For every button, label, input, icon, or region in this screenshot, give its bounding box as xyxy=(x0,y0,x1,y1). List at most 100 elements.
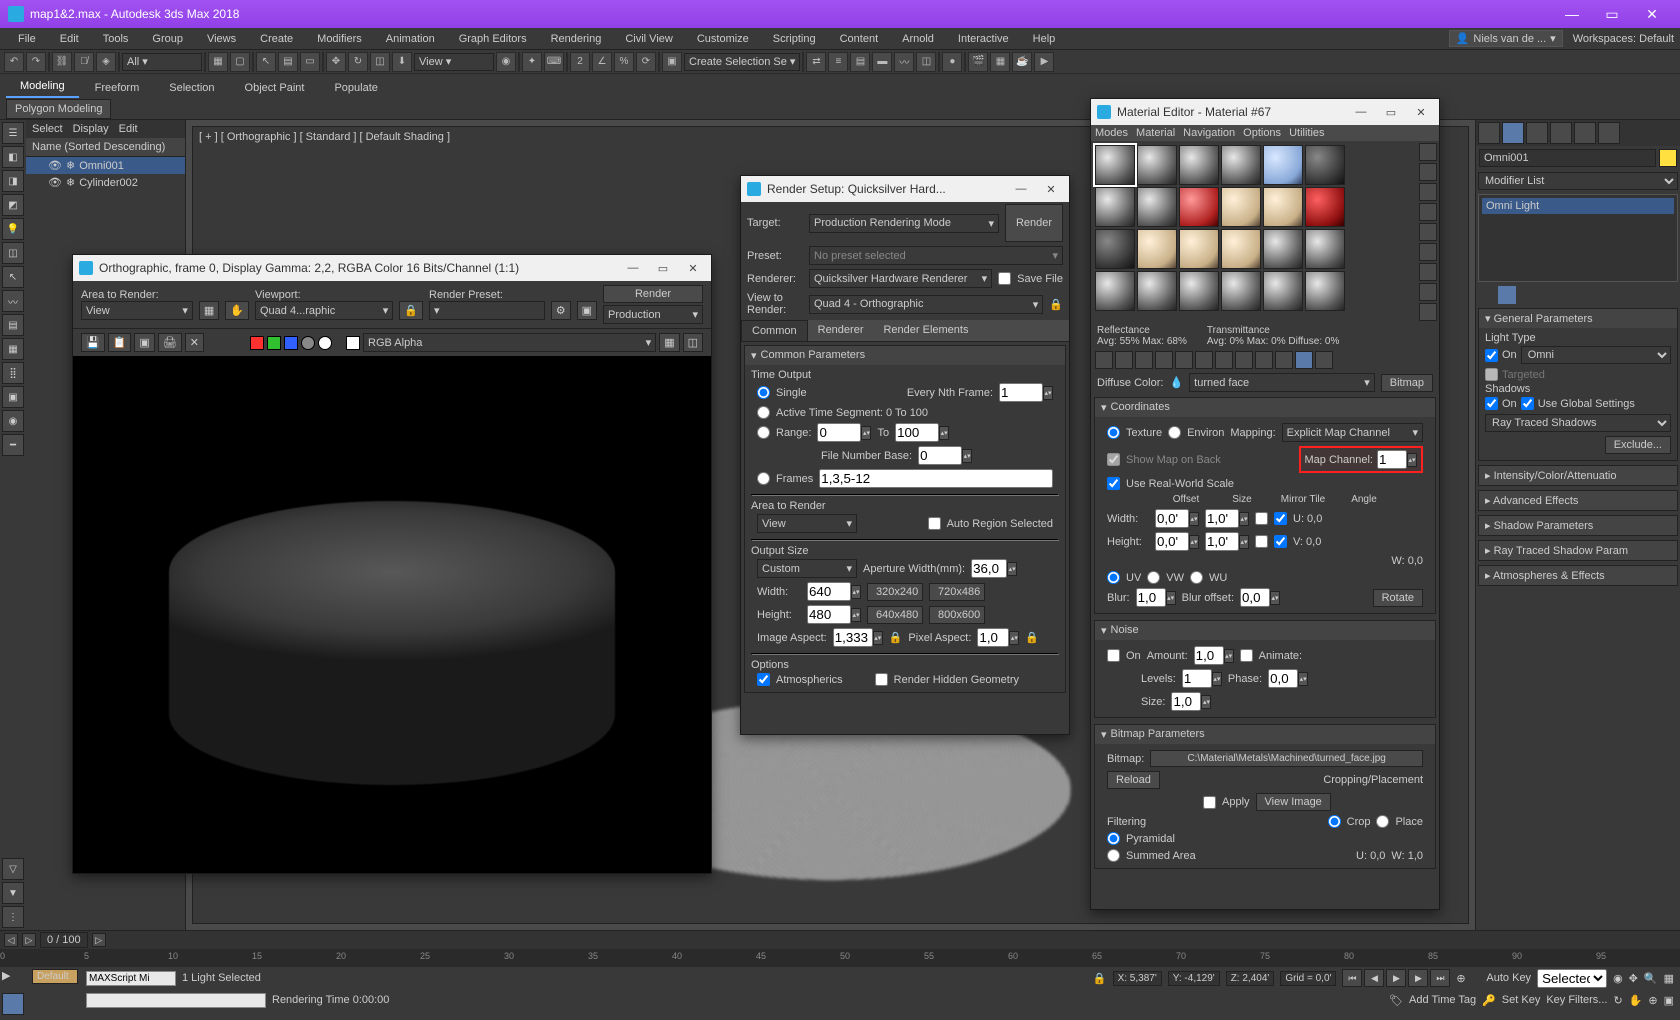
tool-4[interactable]: ◩ xyxy=(2,194,24,216)
exclude-button[interactable]: Exclude... xyxy=(1605,436,1671,454)
single-radio[interactable] xyxy=(757,386,770,399)
me-close[interactable]: ✕ xyxy=(1409,106,1433,119)
area-render-combo[interactable]: View▾ xyxy=(757,514,857,533)
make-unique-mat[interactable] xyxy=(1195,351,1213,369)
h-offset[interactable] xyxy=(1155,532,1189,551)
nav-5[interactable]: ↻ xyxy=(1613,994,1622,1007)
place-radio[interactable] xyxy=(1376,815,1389,828)
keymode-button[interactable]: ⌨ xyxy=(544,52,564,72)
raytrace-header[interactable]: ▸ Ray Traced Shadow Param xyxy=(1479,541,1677,560)
shadow-type-combo[interactable]: Ray Traced Shadows xyxy=(1485,414,1671,432)
tool-6[interactable]: ◫ xyxy=(2,242,24,264)
sample-slot-7[interactable] xyxy=(1095,187,1135,227)
isolate-toggle[interactable]: ⊕ xyxy=(1456,972,1480,985)
active-seg-radio[interactable] xyxy=(757,406,770,419)
scene-obj-cylinder[interactable]: 👁 ❄ Cylinder002 xyxy=(26,174,185,191)
summed-radio[interactable] xyxy=(1107,849,1120,862)
select-object[interactable]: ↖ xyxy=(256,52,276,72)
scene-select[interactable]: Select xyxy=(32,123,63,135)
snap-percent[interactable]: % xyxy=(614,52,634,72)
scene-display[interactable]: Display xyxy=(73,123,109,135)
menu-content[interactable]: Content xyxy=(828,30,891,48)
render-frame-title-bar[interactable]: Orthographic, frame 0, Display Gamma: 2,… xyxy=(73,255,711,281)
area-combo[interactable]: View▾ xyxy=(81,301,193,320)
renderer-combo[interactable]: Quicksilver Hardware Renderer▾ xyxy=(809,269,992,288)
tool-2[interactable]: ◧ xyxy=(2,146,24,168)
atmos-header[interactable]: ▸ Atmospheres & Effects xyxy=(1479,566,1677,585)
filter-combo[interactable]: All ▾ xyxy=(122,53,202,71)
preset-640x480[interactable]: 640x480 xyxy=(867,606,923,624)
sample-uv[interactable] xyxy=(1419,203,1437,221)
nav-7[interactable]: ⊕ xyxy=(1648,994,1657,1007)
tool-11[interactable]: ⣿ xyxy=(2,362,24,384)
nav-2[interactable]: ✥ xyxy=(1629,972,1638,985)
layer-button[interactable]: ▤ xyxy=(850,52,870,72)
save-image[interactable]: 💾 xyxy=(81,333,105,352)
scene-column-header[interactable]: Name (Sorted Descending) xyxy=(26,138,185,157)
make-unique[interactable] xyxy=(1518,286,1536,304)
texture-radio[interactable] xyxy=(1107,426,1120,439)
view-image-button[interactable]: View Image xyxy=(1256,793,1331,811)
tab-renderer[interactable]: Renderer xyxy=(808,320,874,341)
put-to-scene[interactable] xyxy=(1115,351,1133,369)
sample-slot-23[interactable] xyxy=(1263,271,1303,311)
menu-rendering[interactable]: Rendering xyxy=(539,30,614,48)
reset-map[interactable] xyxy=(1155,351,1173,369)
selection-set-mgr[interactable]: ▣ xyxy=(662,52,682,72)
render-setup-button[interactable]: 🎬 xyxy=(968,52,988,72)
selection-set-combo[interactable]: Create Selection Se ▾ xyxy=(684,53,800,71)
rotate-button[interactable]: Rotate xyxy=(1373,589,1423,607)
sample-slot-12[interactable] xyxy=(1305,187,1345,227)
mirror-button[interactable]: ⇄ xyxy=(806,52,826,72)
object-name-input[interactable] xyxy=(1479,149,1656,167)
rs-minimize[interactable]: — xyxy=(1009,183,1033,195)
put-to-lib[interactable] xyxy=(1215,351,1233,369)
menu-grapheditors[interactable]: Graph Editors xyxy=(447,30,539,48)
light-type-combo[interactable]: Omni xyxy=(1521,346,1671,364)
h-mirror[interactable] xyxy=(1255,535,1268,548)
make-preview[interactable] xyxy=(1419,243,1437,261)
render-hidden-checkbox[interactable] xyxy=(875,673,888,686)
output-size-combo[interactable]: Custom▾ xyxy=(757,559,857,578)
sample-slot-17[interactable] xyxy=(1263,229,1303,269)
nav-3[interactable]: 🔍 xyxy=(1644,972,1658,985)
shadows-on-checkbox[interactable] xyxy=(1485,397,1498,410)
place-button[interactable]: ⬇ xyxy=(392,52,412,72)
utilities-tab[interactable] xyxy=(1598,122,1620,144)
timeline-default-label[interactable]: Default xyxy=(32,969,78,984)
range-from-input[interactable] xyxy=(817,423,861,442)
select-by-mat[interactable] xyxy=(1419,283,1437,301)
menu-create[interactable]: Create xyxy=(248,30,305,48)
schematic-view[interactable]: ◫ xyxy=(916,52,936,72)
print-image[interactable]: 🖨 xyxy=(158,333,182,352)
noise-phase[interactable] xyxy=(1268,669,1298,688)
sample-slot-11[interactable] xyxy=(1263,187,1303,227)
channel-green[interactable] xyxy=(267,336,281,350)
tab-freeform[interactable]: Freeform xyxy=(81,78,154,98)
undo-button[interactable]: ↶ xyxy=(4,52,24,72)
curve-editor[interactable]: 〰 xyxy=(894,52,914,72)
channel-rgb-swatch[interactable] xyxy=(346,336,360,350)
me-menu-modes[interactable]: Modes xyxy=(1095,127,1128,139)
assign-to-sel[interactable] xyxy=(1135,351,1153,369)
region-edit[interactable]: ▦ xyxy=(199,301,219,320)
video-check[interactable] xyxy=(1419,223,1437,241)
sample-slot-3[interactable] xyxy=(1179,145,1219,185)
tool-8[interactable]: 〰 xyxy=(2,290,24,312)
minimize-button[interactable]: — xyxy=(1552,6,1592,22)
menu-arnold[interactable]: Arnold xyxy=(890,30,946,48)
render-frame-button[interactable]: ▦ xyxy=(990,52,1010,72)
channel-red[interactable] xyxy=(250,336,264,350)
crop-radio[interactable] xyxy=(1328,815,1341,828)
display-tab[interactable] xyxy=(1574,122,1596,144)
rs-preset-combo[interactable]: No preset selected▾ xyxy=(809,246,1063,265)
tab-objectpaint[interactable]: Object Paint xyxy=(231,78,319,98)
track-1[interactable]: ▶ xyxy=(2,969,24,991)
eyedropper-icon[interactable]: 💧 xyxy=(1169,376,1183,389)
tab-selection[interactable]: Selection xyxy=(155,78,228,98)
me-menu-options[interactable]: Options xyxy=(1243,127,1281,139)
sample-type[interactable] xyxy=(1419,143,1437,161)
rotate-button[interactable]: ↻ xyxy=(348,52,368,72)
sample-slot-1[interactable] xyxy=(1095,145,1135,185)
menu-civilview[interactable]: Civil View xyxy=(613,30,684,48)
